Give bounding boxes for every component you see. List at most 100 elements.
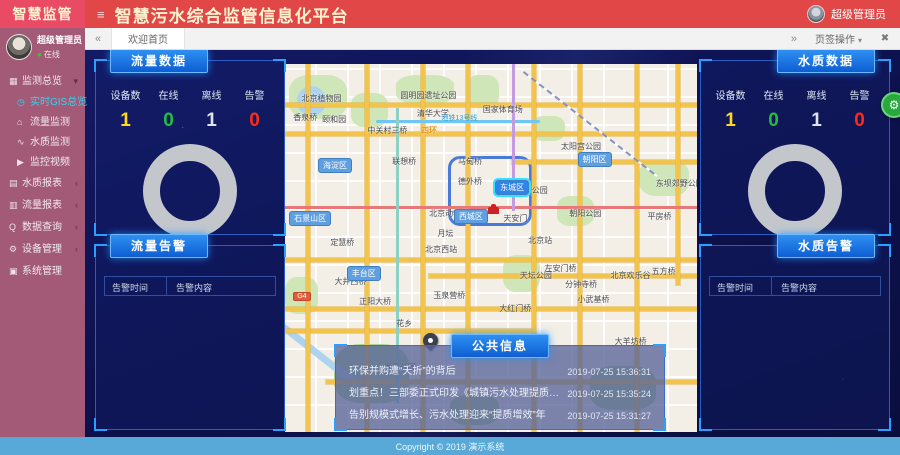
sidebar-user-name: 超级管理员	[37, 33, 82, 46]
district-label: 海淀区	[318, 158, 352, 173]
flow-donut-chart	[143, 144, 237, 238]
flow-alarm-table-header: 告警时间 告警内容	[104, 276, 276, 296]
place-label: 颐和园	[322, 114, 346, 125]
news-item[interactable]: 环保并购遭“夭折”的背后 2019-07-25 15:36:31	[336, 361, 664, 383]
sidebar: 超级管理员 ●在线 ▦监测总览▾◷实时GIS总览⌂流量监测∿水质监测▶监控视频▤…	[0, 28, 85, 437]
data-query-icon: Q	[9, 216, 22, 238]
stat-cell: 告警0	[838, 87, 881, 132]
district-label: 朝阳区	[578, 152, 612, 167]
metro-line-label: 地铁13号线	[442, 113, 478, 123]
news-title: 告别规模式增长、污水处理迎来“提质增效”年	[349, 405, 546, 427]
quality-alarm-panel: 水质告警 告警时间 告警内容	[700, 245, 890, 430]
video-monitor-icon: ▶	[17, 152, 30, 172]
tabs-scroll-left-icon[interactable]: «	[85, 28, 111, 49]
district-label[interactable]: 东城区	[495, 180, 529, 195]
flow-monitor-icon: ⌂	[17, 112, 30, 132]
sidebar-item-quality-report[interactable]: ▤水质报表‹	[0, 172, 85, 194]
public-info-title: 公共信息	[451, 334, 549, 358]
chevron-left-icon: ‹	[75, 238, 78, 260]
chevron-down-icon: ▾	[858, 36, 862, 45]
news-item[interactable]: 划重点！三部委正式印发《城镇污水处理提质增效三年行动方案》2019-07-25 …	[336, 383, 664, 405]
stat-cell: 在线0	[752, 87, 795, 132]
tab-operations-dropdown[interactable]: 页签操作▾	[807, 31, 870, 46]
flow-data-title: 流量数据	[110, 50, 208, 73]
sidebar-subitem-flow-monitor[interactable]: ⌂流量监测	[0, 112, 85, 132]
stat-value: 0	[233, 110, 276, 132]
stat-value: 0	[147, 110, 190, 132]
place-label: 北京站	[528, 235, 552, 246]
quality-monitor-icon: ∿	[17, 132, 30, 152]
flow-report-icon: ▥	[9, 194, 22, 216]
tab-welcome[interactable]: 欢迎首页	[111, 28, 185, 49]
stat-label: 告警	[233, 87, 276, 102]
column-alarm-time: 告警时间	[105, 277, 167, 295]
user-avatar	[807, 5, 825, 23]
tabs-scroll-right-icon[interactable]: »	[781, 33, 807, 45]
sidebar-user-card[interactable]: 超级管理员 ●在线	[0, 28, 85, 66]
column-alarm-time: 告警时间	[710, 277, 772, 295]
stat-label: 设备数	[709, 87, 752, 102]
overview-icon: ▦	[9, 70, 22, 92]
stat-cell: 在线0	[147, 87, 190, 132]
highway-badge: G4	[293, 292, 310, 301]
news-item[interactable]: 告别规模式增长、污水处理迎来“提质增效”年 2019-07-25 15:31:27	[336, 405, 664, 427]
sidebar-item-label: 系统管理	[22, 266, 62, 277]
sidebar-subitem-gis[interactable]: ◷实时GIS总览	[0, 92, 85, 112]
hamburger-menu-icon[interactable]: ≡	[97, 7, 105, 22]
user-name: 超级管理员	[831, 6, 886, 22]
sidebar-subitem-label: 水质监测	[30, 137, 70, 148]
sidebar-item-system-mgmt[interactable]: ▣系统管理	[0, 260, 85, 282]
place-label: 定慧桥	[330, 237, 354, 248]
flow-alarm-panel: 流量告警 告警时间 告警内容	[95, 245, 285, 430]
stat-label: 在线	[752, 87, 795, 102]
place-label: 平房桥	[648, 211, 672, 222]
quality-data-panel: 水质数据 设备数1在线0离线1告警0	[700, 60, 890, 235]
map-road	[285, 329, 532, 333]
place-label: 朝阳公园	[569, 208, 601, 219]
sidebar-item-device-mgmt[interactable]: ⚙设备管理‹	[0, 238, 85, 260]
place-label: 玉泉营桥	[433, 290, 465, 301]
quality-report-icon: ▤	[9, 172, 22, 194]
page-title: 智慧污水综合监管信息化平台	[115, 2, 349, 27]
stat-value: 1	[795, 110, 838, 132]
place-label: 大红门桥	[499, 303, 531, 314]
place-label: 五方桥	[652, 266, 676, 277]
place-label: 马甸桥	[458, 156, 482, 167]
chevron-left-icon: ‹	[75, 194, 78, 216]
news-time: 2019-07-25 15:36:31	[567, 361, 651, 383]
sidebar-subitem-quality-monitor[interactable]: ∿水质监测	[0, 132, 85, 152]
user-menu[interactable]: 超级管理员	[807, 5, 886, 23]
app-logo[interactable]: 智慧监管	[0, 0, 85, 28]
sidebar-subitem-video-monitor[interactable]: ▶监控视频	[0, 152, 85, 172]
place-label: 北京西站	[425, 244, 457, 255]
status-text: 在线	[44, 50, 60, 59]
tab-bar: « 欢迎首页 » 页签操作▾ ✖	[85, 28, 900, 50]
news-title: 环保并购遭“夭折”的背后	[349, 361, 456, 383]
sidebar-item-data-query[interactable]: Q数据查询‹	[0, 216, 85, 238]
column-alarm-content: 告警内容	[167, 277, 275, 295]
chevron-down-icon: ▾	[73, 70, 78, 92]
news-time: 2019-07-25 15:31:27	[567, 405, 651, 427]
sidebar-item-label: 流量报表	[22, 200, 62, 211]
place-label: 圆明园遗址公园	[400, 90, 456, 101]
sidebar-item-overview[interactable]: ▦监测总览▾	[0, 70, 85, 92]
place-label: 小武基桥	[578, 294, 610, 305]
top-header: 智慧监管 ≡ 智慧污水综合监管信息化平台 超级管理员	[0, 0, 900, 28]
fullscreen-icon[interactable]: ✖	[870, 33, 900, 44]
place-label: 国家体育场	[483, 104, 523, 115]
sidebar-item-label: 水质报表	[22, 178, 62, 189]
sidebar-item-flow-report[interactable]: ▥流量报表 ‹	[0, 194, 85, 216]
place-label: 天安门	[503, 213, 527, 224]
quality-alarm-table-header: 告警时间 告警内容	[709, 276, 881, 296]
sidebar-subitem-label: 流量监测	[30, 117, 70, 128]
news-list: 环保并购遭“夭折”的背后 2019-07-25 15:36:31划重点！三部委正式…	[336, 346, 664, 427]
copyright-footer: Copyright © 2019 演示系统	[0, 437, 900, 455]
news-time: 2019-07-25 15:35:24	[567, 383, 651, 405]
sidebar-item-label: 设备管理	[22, 244, 62, 255]
place-label: 太阳宫公园	[561, 141, 601, 152]
place-label: 德外桥	[458, 176, 482, 187]
road-name-label: 四环	[421, 125, 437, 136]
place-label: 北京植物园	[301, 93, 341, 104]
service-float-button[interactable]: ⚙	[881, 92, 900, 118]
online-dot-icon: ●	[37, 50, 42, 59]
